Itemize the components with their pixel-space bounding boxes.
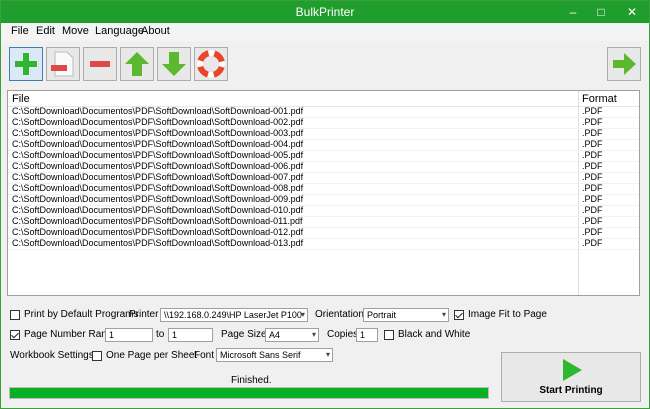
file-path: C:\SoftDownload\Documentos\PDF\SoftDownl… — [12, 161, 304, 171]
minimize-icon[interactable]: – — [559, 1, 587, 23]
next-arrow-icon — [613, 53, 636, 75]
file-path: C:\SoftDownload\Documentos\PDF\SoftDownl… — [12, 139, 304, 149]
file-format: .PDF — [582, 205, 603, 215]
black-white-checkbox[interactable] — [384, 330, 394, 340]
image-fit-label: Image Fit to Page — [468, 309, 547, 320]
file-path: C:\SoftDownload\Documentos\PDF\SoftDownl… — [12, 172, 304, 182]
menu-about[interactable]: About — [141, 25, 170, 37]
chevron-down-icon: ▾ — [441, 310, 446, 319]
orientation-label: Orientation — [315, 309, 364, 320]
one-page-checkbox[interactable] — [92, 351, 102, 361]
status-text: Finished. — [231, 375, 272, 386]
file-path: C:\SoftDownload\Documentos\PDF\SoftDownl… — [12, 216, 303, 226]
file-path: C:\SoftDownload\Documentos\PDF\SoftDownl… — [12, 150, 304, 160]
next-button[interactable] — [607, 47, 641, 81]
help-lifebuoy-icon — [197, 50, 225, 78]
menu-bar: File Edit Move Language About — [1, 23, 649, 41]
page-range-label: Page Number Range — [24, 329, 118, 340]
file-format: .PDF — [582, 117, 603, 127]
file-path: C:\SoftDownload\Documentos\PDF\SoftDownl… — [12, 238, 304, 248]
window-title: BulkPrinter — [295, 5, 355, 19]
page-range-checkbox[interactable] — [10, 330, 20, 340]
page-size-select[interactable]: A4 ▾ — [265, 328, 319, 342]
file-format: .PDF — [582, 150, 603, 160]
up-arrow-icon — [125, 52, 149, 76]
remove-sheet-button[interactable] — [46, 47, 80, 81]
play-icon — [563, 359, 582, 381]
file-format: .PDF — [582, 194, 603, 204]
chevron-down-icon: ▾ — [311, 330, 316, 339]
start-printing-button[interactable]: Start Printing — [501, 352, 641, 402]
help-button[interactable] — [194, 47, 228, 81]
maximize-icon[interactable]: □ — [587, 1, 615, 23]
range-from-input[interactable]: 1 — [105, 328, 153, 342]
file-path: C:\SoftDownload\Documentos\PDF\SoftDownl… — [12, 183, 304, 193]
file-path: C:\SoftDownload\Documentos\PDF\SoftDownl… — [12, 194, 304, 204]
table-row[interactable]: C:\SoftDownload\Documentos\PDF\SoftDownl… — [8, 238, 639, 250]
page-size-label: Page Size — [221, 329, 267, 340]
remove-icon — [90, 61, 110, 67]
remove-button[interactable] — [83, 47, 117, 81]
chevron-down-icon: ▾ — [300, 310, 305, 319]
black-white-label: Black and White — [398, 329, 471, 340]
workbook-settings-label: Workbook Settings: — [10, 350, 97, 361]
range-to-label: to — [156, 329, 165, 340]
print-default-checkbox[interactable] — [10, 310, 20, 320]
printer-select[interactable]: \\192.168.0.249\HP LaserJet P100 ▾ — [160, 308, 308, 322]
printer-label: Printer — [129, 309, 159, 320]
font-select[interactable]: Microsoft Sans Serif ▾ — [216, 348, 333, 362]
menu-file[interactable]: File — [11, 25, 29, 37]
image-fit-checkbox[interactable] — [454, 310, 464, 320]
menu-move[interactable]: Move — [62, 25, 89, 37]
file-path: C:\SoftDownload\Documentos\PDF\SoftDownl… — [12, 106, 304, 116]
copies-label: Copies — [327, 329, 359, 340]
file-format: .PDF — [582, 216, 603, 226]
add-icon — [15, 53, 37, 75]
close-icon[interactable]: ✕ — [615, 1, 649, 23]
remove-sheet-icon — [51, 51, 74, 77]
title-bar: BulkPrinter – □ ✕ — [1, 1, 649, 23]
copies-input[interactable]: 1 — [356, 328, 378, 342]
move-up-button[interactable] — [120, 47, 154, 81]
file-path: C:\SoftDownload\Documentos\PDF\SoftDownl… — [12, 205, 304, 215]
orientation-select[interactable]: Portrait ▾ — [363, 308, 449, 322]
file-path: C:\SoftDownload\Documentos\PDF\SoftDownl… — [12, 227, 304, 237]
file-list-header: File Format — [8, 91, 639, 107]
file-format: .PDF — [582, 238, 603, 248]
font-label: Font — [194, 350, 215, 361]
file-format: .PDF — [582, 227, 603, 237]
file-format: .PDF — [582, 183, 603, 193]
file-format: .PDF — [582, 161, 603, 171]
column-file[interactable]: File — [12, 93, 30, 105]
progress-bar — [9, 387, 489, 399]
orientation-value: Portrait — [367, 310, 397, 320]
down-arrow-icon — [162, 52, 186, 76]
page-size-value: A4 — [269, 330, 281, 340]
move-down-button[interactable] — [157, 47, 191, 81]
file-format: .PDF — [582, 139, 603, 149]
file-format: .PDF — [582, 128, 603, 138]
app-window: BulkPrinter – □ ✕ File Edit Move Languag… — [0, 0, 650, 409]
menu-language[interactable]: Language — [95, 25, 144, 37]
column-format[interactable]: Format — [582, 93, 617, 105]
file-path: C:\SoftDownload\Documentos\PDF\SoftDownl… — [12, 117, 304, 127]
file-format: .PDF — [582, 172, 603, 182]
progress-fill — [10, 388, 488, 398]
file-list[interactable]: File Format C:\SoftDownload\Documentos\P… — [7, 90, 640, 296]
font-value: Microsoft Sans Serif — [220, 350, 301, 360]
print-default-label: Print by Default Programs — [24, 309, 139, 320]
range-to-input[interactable]: 1 — [168, 328, 213, 342]
one-page-label: One Page per Sheet — [106, 350, 198, 361]
file-format: .PDF — [582, 106, 603, 116]
file-path: C:\SoftDownload\Documentos\PDF\SoftDownl… — [12, 128, 304, 138]
add-files-button[interactable] — [9, 47, 43, 81]
chevron-down-icon: ▾ — [325, 350, 330, 359]
printer-value: \\192.168.0.249\HP LaserJet P100 — [164, 310, 302, 320]
start-printing-label: Start Printing — [539, 385, 603, 396]
menu-edit[interactable]: Edit — [36, 25, 55, 37]
